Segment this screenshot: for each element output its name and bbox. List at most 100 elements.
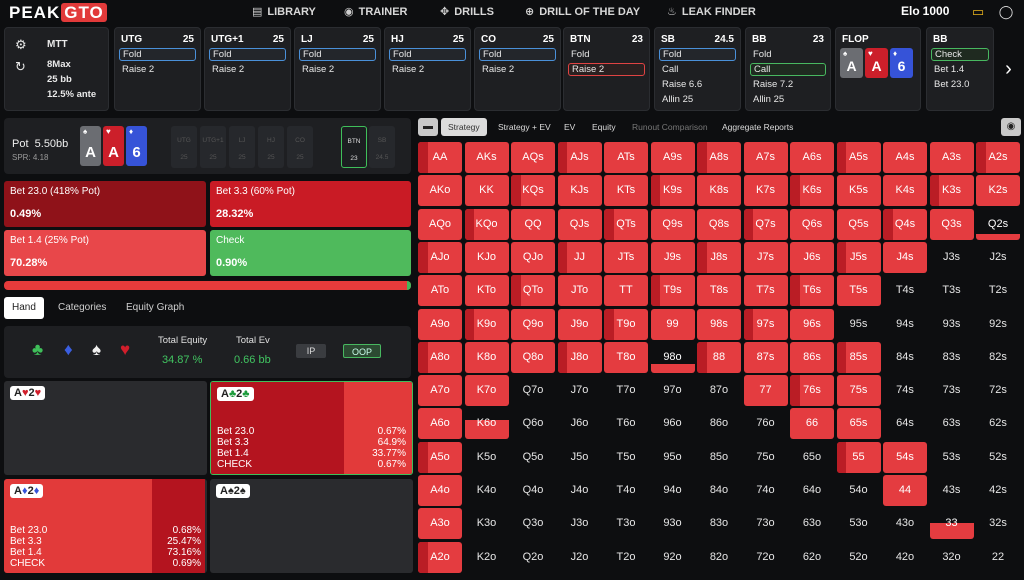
club-filter-icon[interactable]: ♣ [32,340,43,360]
hand-cell-t8o[interactable]: T8o [604,341,648,373]
hand-cell-88[interactable]: 88 [697,341,741,373]
hand-cell-j8s[interactable]: J8s [697,241,741,273]
bb-bet-large-action[interactable]: Bet 23.0 [931,78,989,91]
hand-cell-97s[interactable]: 97s [743,308,788,340]
combo-a2-clubs[interactable]: A♣2♣ Bet 23.0 0.67% Bet 3.3 64.9% Bet 1.4 3… [210,381,413,475]
hand-cell-q6s[interactable]: Q6s [790,208,834,240]
hand-cell-t5o[interactable]: T5o [604,442,648,473]
position-utg-plus-1[interactable]: UTG+1 25 Fold Raise 2 [204,27,291,111]
hand-cell-72s[interactable]: 72s [976,375,1020,406]
action-raise-2[interactable]: Raise 2 [299,63,376,76]
hand-cell-j5o[interactable]: J5o [558,442,602,473]
action-fold[interactable]: Fold [119,48,196,61]
gear-icon[interactable]: ⚙ [15,37,27,53]
hand-cell-43o[interactable]: 43o [883,508,927,539]
hand-cell-k4s[interactable]: K4s [883,175,927,207]
hand-cell-92s[interactable]: 92s [976,309,1020,340]
tab-aggregate-reports[interactable]: Aggregate Reports [722,118,793,136]
hand-cell-q8s[interactable]: Q8s [697,208,741,240]
hand-cell-kqo[interactable]: KQo [464,208,509,240]
hand-cell-32o[interactable]: 32o [930,542,974,573]
hand-cell-aqo[interactable]: AQo [418,208,462,240]
hand-cell-j9s[interactable]: J9s [650,241,695,273]
bb-check-action[interactable]: Check [931,48,989,61]
tab-ev[interactable]: EV [564,118,575,136]
position-utg[interactable]: UTG 25 Fold Raise 2 [114,27,201,111]
hand-cell-j3o[interactable]: J3o [558,508,602,539]
combo-a2-spades[interactable]: A♠2♠ [210,479,413,573]
user-icon[interactable]: ◯ [997,3,1015,21]
hand-cell-84s[interactable]: 84s [883,342,927,373]
strategy-check[interactable]: Check 0.90% [210,230,411,276]
hand-cell-q8o[interactable]: Q8o [511,341,555,373]
position-lj[interactable]: LJ 25 Fold Raise 2 [294,27,381,111]
hand-cell-65o[interactable]: 65o [790,442,834,473]
hand-cell-kjs[interactable]: KJs [557,175,602,207]
hand-cell-a5s[interactable]: A5s [836,142,881,173]
hand-cell-86o[interactable]: 86o [697,408,741,439]
hand-cell-k8o[interactable]: K8o [464,341,509,373]
hand-cell-q2s[interactable]: Q2s [976,209,1020,240]
hand-cell-k3o[interactable]: K3o [465,508,509,539]
hand-cell-62o[interactable]: 62o [790,542,834,573]
hand-cell-k4o[interactable]: K4o [465,475,509,506]
mini-position-utg-plus-1[interactable]: UTG+1 25 [200,126,226,168]
hand-cell-t4s[interactable]: T4s [883,275,927,306]
hand-cell-95o[interactable]: 95o [651,442,695,473]
hand-cell-k7s[interactable]: K7s [743,175,788,207]
hand-cell-94o[interactable]: 94o [651,475,695,506]
hand-cell-96o[interactable]: 96o [651,408,695,439]
hand-cell-54s[interactable]: 54s [883,441,927,473]
hand-cell-tt[interactable]: TT [604,275,648,307]
strategy-bet-1-4[interactable]: Bet 1.4 (25% Pot) 70.28% [4,230,206,276]
hand-cell-q9o[interactable]: Q9o [511,308,555,340]
hand-cell-j3s[interactable]: J3s [930,242,974,273]
hand-cell-a3o[interactable]: A3o [418,508,462,540]
hand-cell-k5o[interactable]: K5o [465,442,509,473]
oop-toggle[interactable]: OOP [343,344,381,358]
hand-cell-j6s[interactable]: J6s [790,241,834,273]
hand-cell-aqs[interactable]: AQs [511,142,555,173]
hand-cell-q2o[interactable]: Q2o [511,542,555,573]
hand-cell-94s[interactable]: 94s [883,309,927,340]
tab-hand[interactable]: Hand [4,297,44,319]
hand-cell-qts[interactable]: QTs [604,208,648,240]
action-fold[interactable]: Fold [750,48,826,61]
hand-cell-74s[interactable]: 74s [883,375,927,406]
hand-cell-64o[interactable]: 64o [790,475,834,506]
hand-cell-t9o[interactable]: T9o [604,308,648,340]
hand-cell-t2o[interactable]: T2o [604,542,648,573]
combo-a2-diamonds[interactable]: A♦2♦ Bet 23.0 0.68% Bet 3.3 25.47% Bet 1.4… [4,479,207,573]
hand-cell-42o[interactable]: 42o [883,542,927,573]
position-bb[interactable]: BB 23 Fold Call Raise 7.2 Allin 25 [745,27,831,111]
mini-position-sb[interactable]: SB 24.5 [369,126,395,168]
hand-cell-92o[interactable]: 92o [651,542,695,573]
hand-cell-76s[interactable]: 76s [790,375,834,407]
hand-cell-a6s[interactable]: A6s [790,142,834,173]
hand-cell-ajo[interactable]: AJo [418,241,462,273]
tab-equity[interactable]: Equity [592,118,616,136]
hand-cell-82o[interactable]: 82o [697,542,741,573]
hand-cell-95s[interactable]: 95s [837,309,881,340]
hand-cell-84o[interactable]: 84o [697,475,741,506]
hand-cell-jts[interactable]: JTs [604,241,648,273]
hand-cell-kto[interactable]: KTo [464,275,509,307]
hand-cell-qjo[interactable]: QJo [511,241,555,273]
hand-cell-k7o[interactable]: K7o [464,375,509,407]
mini-position-lj[interactable]: LJ 25 [229,126,255,168]
hand-cell-87s[interactable]: 87s [743,341,788,373]
hand-cell-ats[interactable]: ATs [604,142,648,173]
action-fold[interactable]: Fold [659,48,736,61]
chevron-right-icon[interactable]: › [997,27,1020,111]
hand-cell-k2s[interactable]: K2s [976,175,1020,207]
hand-cell-t7o[interactable]: T7o [604,375,648,406]
hand-cell-55[interactable]: 55 [836,441,881,473]
hand-cell-k2o[interactable]: K2o [465,542,509,573]
hand-cell-t2s[interactable]: T2s [976,275,1020,306]
hand-cell-a7s[interactable]: A7s [743,142,788,173]
logo[interactable]: PEAK GTO [9,3,107,23]
mini-position-hj[interactable]: HJ 25 [258,126,284,168]
nav-leak-finder[interactable]: ♨ LEAK FINDER [667,5,756,18]
hand-cell-87o[interactable]: 87o [697,375,741,406]
hand-cell-kts[interactable]: KTs [604,175,648,207]
